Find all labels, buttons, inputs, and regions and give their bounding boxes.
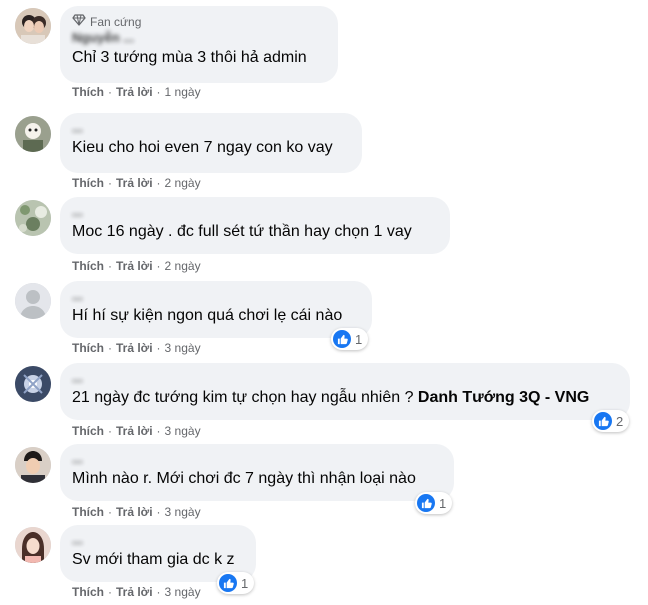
like-link[interactable]: Thích [72,341,104,355]
like-link[interactable]: Thích [72,424,104,438]
comment-actions: Thích · Trả lời · 3 ngày [72,341,201,355]
reaction-count[interactable]: 2 [592,410,630,432]
like-link[interactable]: Thích [72,505,104,519]
timestamp[interactable]: 1 ngày [165,85,201,99]
reaction-count[interactable]: 1 [217,572,255,594]
avatar[interactable] [15,283,51,319]
comment-bubble: ... Kieu cho hoi even 7 ngay con ko vay [60,113,362,173]
comment-text: 21 ngày đc tướng kim tự chọn hay ngẫu nh… [72,389,590,406]
comment-bubble: ... 21 ngày đc tướng kim tự chọn hay ngẫ… [60,363,630,420]
like-icon [417,494,435,512]
timestamp[interactable]: 3 ngày [165,341,201,355]
page-tag[interactable]: Danh Tướng 3Q - VNG [418,389,589,406]
reply-link[interactable]: Trả lời [116,85,153,99]
like-icon [333,330,351,348]
comment-actions: Thích · Trả lời · 3 ngày [72,424,201,438]
commenter-name[interactable]: ... [72,121,350,135]
reaction-number: 1 [439,495,447,511]
reaction-number: 1 [241,575,249,591]
comment-bubble: ... Hí hí sự kiện ngon quá chơi lẹ cái n… [60,281,372,338]
fan-badge: Fan cứng [72,14,326,29]
like-link[interactable]: Thích [72,585,104,599]
avatar[interactable] [15,116,51,152]
comment-bubble: Fan cứng Nguyễn ... Chỉ 3 tướng mùa 3 th… [60,6,338,83]
comment-text: Hí hí sự kiện ngon quá chơi lẹ cái nào [72,307,343,324]
like-link[interactable]: Thích [72,176,104,190]
commenter-name[interactable]: Nguyễn ... [72,31,326,45]
avatar[interactable] [15,447,51,483]
timestamp[interactable]: 2 ngày [165,176,201,190]
comment-actions: Thích · Trả lời · 2 ngày [72,259,201,273]
commenter-name[interactable]: ... [72,371,618,385]
reply-link[interactable]: Trả lời [116,341,153,355]
comment-actions: Thích · Trả lời · 3 ngày [72,585,201,599]
comment-actions: Thích · Trả lời · 2 ngày [72,176,201,190]
reply-link[interactable]: Trả lời [116,259,153,273]
timestamp[interactable]: 3 ngày [165,585,201,599]
reply-link[interactable]: Trả lời [116,505,153,519]
comment-text: Mình nào r. Mới chơi đc 7 ngày thì nhận … [72,470,416,487]
reaction-number: 2 [616,413,624,429]
like-icon [594,412,612,430]
avatar[interactable] [15,366,51,402]
diamond-icon [72,14,86,29]
timestamp[interactable]: 3 ngày [165,505,201,519]
avatar[interactable] [15,527,51,563]
reply-link[interactable]: Trả lời [116,176,153,190]
like-icon [219,574,237,592]
reaction-count[interactable]: 1 [415,492,453,514]
comment-actions: Thích · Trả lời · 3 ngày [72,505,201,519]
avatar[interactable] [15,8,51,44]
comment-text: Chỉ 3 tướng mùa 3 thôi hả admin [72,49,307,66]
commenter-name[interactable]: ... [72,533,244,547]
reaction-number: 1 [355,331,363,347]
commenter-name[interactable]: ... [72,289,360,303]
timestamp[interactable]: 2 ngày [165,259,201,273]
comment-bubble: ... Mình nào r. Mới chơi đc 7 ngày thì n… [60,444,454,501]
commenter-name[interactable]: ... [72,452,442,466]
like-link[interactable]: Thích [72,259,104,273]
reply-link[interactable]: Trả lời [116,585,153,599]
timestamp[interactable]: 3 ngày [165,424,201,438]
reply-link[interactable]: Trả lời [116,424,153,438]
avatar[interactable] [15,200,51,236]
comment-bubble: ... Moc 16 ngày . đc full sét tứ thần ha… [60,197,450,254]
comment-text: Moc 16 ngày . đc full sét tứ thần hay ch… [72,223,412,240]
commenter-name[interactable]: ... [72,205,438,219]
reaction-count[interactable]: 1 [331,328,369,350]
badge-label: Fan cứng [90,14,142,29]
comment-actions: Thích · Trả lời · 1 ngày [72,85,201,99]
comment-text: Kieu cho hoi even 7 ngay con ko vay [72,139,333,156]
like-link[interactable]: Thích [72,85,104,99]
comment-text: Sv mới tham gia dc k z [72,551,235,568]
